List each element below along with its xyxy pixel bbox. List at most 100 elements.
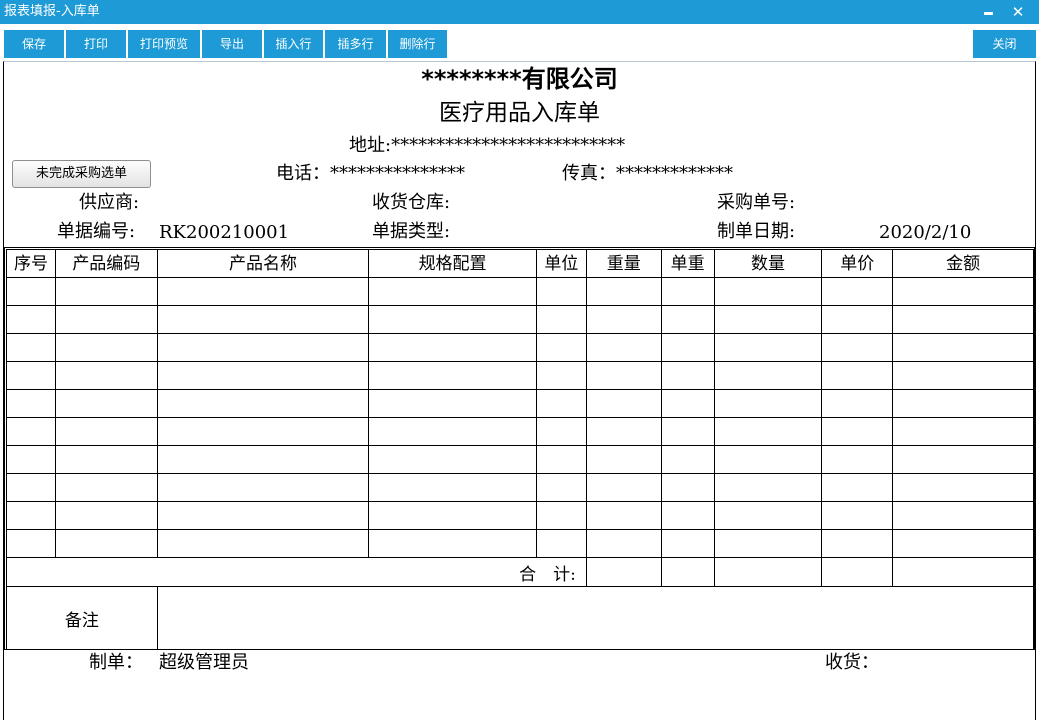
cell-weight[interactable] (585, 445, 662, 474)
cell-product-code[interactable] (54, 417, 158, 446)
cell-product-code[interactable] (54, 361, 158, 390)
pending-po-select-button[interactable]: 未完成采购选单 (12, 160, 151, 188)
cell-unit-weight[interactable] (660, 445, 715, 474)
cell-unit-weight[interactable] (660, 305, 715, 334)
cell-unit-price[interactable] (821, 445, 894, 474)
cell-amount[interactable] (892, 501, 1034, 530)
total-weight-cell[interactable] (585, 557, 662, 587)
cell-unit-price[interactable] (821, 333, 894, 362)
cell-product-code[interactable] (54, 445, 158, 474)
cell-unit-price[interactable] (821, 501, 894, 530)
total-unit-price-cell[interactable] (821, 557, 894, 587)
cell-amount[interactable] (892, 361, 1034, 390)
cell-amount[interactable] (892, 529, 1034, 558)
cell-quantity[interactable] (713, 529, 823, 558)
cell-spec[interactable] (368, 529, 537, 558)
cell-weight[interactable] (585, 473, 662, 502)
print-preview-button[interactable]: 打印预览 (128, 30, 200, 58)
cell-quantity[interactable] (713, 277, 823, 306)
cell-unit[interactable] (535, 333, 587, 362)
cell-unit-weight[interactable] (660, 389, 715, 418)
cell-weight[interactable] (585, 389, 662, 418)
cell-product-name[interactable] (156, 333, 370, 362)
cell-index[interactable] (6, 529, 56, 558)
cell-product-name[interactable] (156, 417, 370, 446)
cell-spec[interactable] (368, 445, 537, 474)
cell-unit[interactable] (535, 445, 587, 474)
cell-product-name[interactable] (156, 445, 370, 474)
cell-product-name[interactable] (156, 529, 370, 558)
cell-spec[interactable] (368, 473, 537, 502)
cell-product-code[interactable] (54, 333, 158, 362)
cell-index[interactable] (6, 361, 56, 390)
cell-quantity[interactable] (713, 361, 823, 390)
cell-product-code[interactable] (54, 277, 158, 306)
cell-quantity[interactable] (713, 417, 823, 446)
cell-unit-weight[interactable] (660, 473, 715, 502)
cell-unit[interactable] (535, 305, 587, 334)
minimize-button[interactable] (974, 0, 1002, 24)
cell-index[interactable] (6, 305, 56, 334)
cell-product-code[interactable] (54, 389, 158, 418)
cell-product-name[interactable] (156, 501, 370, 530)
cell-unit[interactable] (535, 389, 587, 418)
cell-amount[interactable] (892, 445, 1034, 474)
cell-index[interactable] (6, 277, 56, 306)
cell-quantity[interactable] (713, 473, 823, 502)
cell-unit-price[interactable] (821, 277, 894, 306)
cell-index[interactable] (6, 445, 56, 474)
cell-spec[interactable] (368, 277, 537, 306)
cell-unit-price[interactable] (821, 417, 894, 446)
cell-product-code[interactable] (54, 501, 158, 530)
cell-unit[interactable] (535, 277, 587, 306)
cell-unit-weight[interactable] (660, 417, 715, 446)
window-close-button[interactable]: ✕ (1004, 0, 1032, 24)
cell-unit-price[interactable] (821, 389, 894, 418)
cell-unit-price[interactable] (821, 305, 894, 334)
cell-product-code[interactable] (54, 473, 158, 502)
cell-weight[interactable] (585, 277, 662, 306)
cell-unit-weight[interactable] (660, 529, 715, 558)
cell-quantity[interactable] (713, 501, 823, 530)
cell-unit[interactable] (535, 473, 587, 502)
cell-weight[interactable] (585, 529, 662, 558)
cell-spec[interactable] (368, 389, 537, 418)
export-button[interactable]: 导出 (202, 30, 262, 58)
cell-index[interactable] (6, 417, 56, 446)
cell-unit-price[interactable] (821, 473, 894, 502)
cell-index[interactable] (6, 473, 56, 502)
cell-weight[interactable] (585, 417, 662, 446)
cell-amount[interactable] (892, 417, 1034, 446)
cell-unit-weight[interactable] (660, 501, 715, 530)
cell-spec[interactable] (368, 305, 537, 334)
cell-spec[interactable] (368, 361, 537, 390)
insert-row-button[interactable]: 插入行 (264, 30, 323, 58)
cell-unit[interactable] (535, 417, 587, 446)
cell-product-name[interactable] (156, 361, 370, 390)
close-button[interactable]: 关闭 (973, 30, 1036, 58)
cell-amount[interactable] (892, 333, 1034, 362)
total-amount-cell[interactable] (892, 557, 1034, 587)
cell-quantity[interactable] (713, 333, 823, 362)
cell-spec[interactable] (368, 417, 537, 446)
cell-unit-weight[interactable] (660, 361, 715, 390)
cell-weight[interactable] (585, 361, 662, 390)
cell-quantity[interactable] (713, 305, 823, 334)
cell-product-name[interactable] (156, 473, 370, 502)
print-button[interactable]: 打印 (66, 30, 126, 58)
cell-amount[interactable] (892, 277, 1034, 306)
cell-weight[interactable] (585, 333, 662, 362)
cell-index[interactable] (6, 501, 56, 530)
cell-weight[interactable] (585, 501, 662, 530)
total-quantity-cell[interactable] (713, 557, 823, 587)
cell-unit[interactable] (535, 529, 587, 558)
cell-amount[interactable] (892, 473, 1034, 502)
cell-weight[interactable] (585, 305, 662, 334)
save-button[interactable]: 保存 (4, 30, 64, 58)
cell-unit-price[interactable] (821, 529, 894, 558)
cell-product-name[interactable] (156, 277, 370, 306)
cell-unit-weight[interactable] (660, 333, 715, 362)
cell-quantity[interactable] (713, 445, 823, 474)
cell-unit[interactable] (535, 361, 587, 390)
cell-product-code[interactable] (54, 305, 158, 334)
